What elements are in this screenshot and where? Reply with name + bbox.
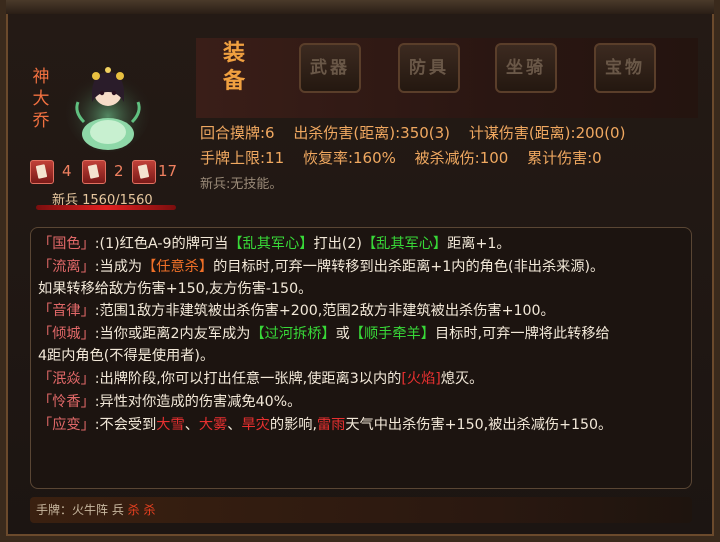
skill-text: :范围1敌方非建筑被出杀伤害+200,范围2敌方非建筑被出杀伤害+100。 [94,303,555,319]
skill-text: :当成为 [94,259,143,275]
strategy-damage: 计谋伤害(距离):200(0) [468,124,626,142]
treasure-slot[interactable]: 宝物 [594,43,656,93]
general-name: 神大乔 [32,67,50,131]
skill-text: 的目标时,可弃一牌转移到出杀距离+1内的角色(非出杀来源)。 [213,259,605,275]
skill-text: 、 [184,417,199,433]
hand-card-kill[interactable]: 杀 [144,503,156,517]
skill-text: 目标时,可弃一牌将此转移给 [434,326,610,342]
skill-text: :异性对你造成的伤害减免40%。 [94,394,302,410]
skill-name: 「应变」 [38,417,95,433]
skill-text: 天气中出杀伤害+150,被出杀减伤+150。 [345,417,613,433]
weapon-slot[interactable]: 武器 [299,43,361,93]
skill-text: 4距内角色(不得是使用者)。 [38,348,215,364]
skill-lianxiang: 「怜香」:异性对你造成的伤害减免40%。 [38,392,301,412]
weather-ref: 大雾 [198,417,228,433]
top-strip [6,0,714,14]
skill-text: 距离+1。 [447,236,511,252]
skill-text: 、 [227,417,242,433]
skill-name: 「怜香」 [38,394,95,410]
skill-liuli: 「流离」:当成为【任意杀】的目标时,可弃一牌转移到出杀距离+1内的角色(非出杀来… [38,257,604,277]
skill-minyan: 「泯焱」:出牌阶段,你可以打出任意一张牌,使距离3以内的[火焰]熄灭。 [38,369,483,389]
hand-limit: 手牌上限:11 [200,149,285,167]
armor-slot[interactable]: 防具 [398,43,460,93]
recovery-rate: 恢复率:160% [302,149,396,167]
skill-qingcheng: 「倾城」:当你或距离2内友军成为【过河拆桥】或【顺手牵羊】目标时,可弃一牌将此转… [38,324,610,344]
weather-ref: 大雪 [156,417,185,433]
draw-per-turn: 回合摸牌:6 [200,124,275,142]
skill-text: 如果转移给敌方伤害+150,友方伤害-150。 [38,281,313,297]
skill-text: 的影响, [269,417,317,433]
card-ref: 【乱其军心】 [228,236,314,252]
skill-liuli-cont: 如果转移给敌方伤害+150,友方伤害-150。 [38,279,312,299]
skill-name: 「泯焱」 [38,371,95,387]
card-ref: 【顺手牵羊】 [349,326,435,342]
skill-name: 「流离」 [38,259,95,275]
skill-text: :当你或距离2内友军成为 [94,326,251,342]
hand-label: 手牌：火牛阵 兵 [36,503,124,517]
skill-text: 或 [335,326,350,342]
skill-yingbian: 「应变」:不会受到大雪、大雾、旱灾的影响,雷雨天气中出杀伤害+150,被出杀减伤… [38,415,612,435]
general-portrait[interactable] [64,62,152,152]
card-ref: 【乱其军心】 [361,236,448,252]
weather-ref: 雷雨 [316,417,346,433]
status-ref: [火焰] [401,371,441,387]
kill-reduction: 被杀减伤:100 [414,149,509,167]
mount-slot[interactable]: 坐骑 [495,43,557,93]
recruit-skill-note: 新兵:无技能。 [200,177,283,192]
equipment-title: 装备 [222,41,245,94]
skill-text: :(1)红色A-9的牌可当 [94,236,229,252]
card-ref: 【任意杀】 [142,259,214,275]
hand-cards: 手牌：火牛阵 兵 杀 杀 [36,501,156,518]
skill-text: :出牌阶段,你可以打出任意一张牌,使距离3以内的 [94,371,402,387]
skill-text: 打出(2) [313,236,362,252]
skill-text: 熄灭。 [440,371,484,387]
skill-guose: 「国色」:(1)红色A-9的牌可当【乱其军心】打出(2)【乱其军心】距离+1。 [38,234,511,254]
card-icon [30,160,54,184]
total-damage: 累计伤害:0 [527,149,602,167]
shield-icon [132,160,156,184]
defense-value: 17 [158,162,178,180]
skill-yinlv: 「音律」:范围1敌方非建筑被出杀伤害+200,范围2敌方非建筑被出杀伤害+100… [38,301,555,321]
skill-name: 「国色」 [38,236,95,252]
card-ref: 【过河拆桥】 [250,326,336,342]
card-count: 4 [62,162,72,180]
hp-bar [36,205,176,210]
attribute-row-1: 回合摸牌:6 出杀伤害(距离):350(3) 计谋伤害(距离):200(0) [200,122,639,143]
kill-damage: 出杀伤害(距离):350(3) [293,124,451,142]
weather-ref: 旱灾 [241,417,270,433]
skill-name: 「音律」 [38,303,95,319]
skill-qingcheng-cont: 4距内角色(不得是使用者)。 [38,346,214,366]
hand-card-kill[interactable]: 杀 [128,503,140,517]
skill-text: :不会受到 [94,417,157,433]
skill-name: 「倾城」 [38,326,95,342]
sword-icon [82,160,106,184]
attribute-row-2: 手牌上限:11 恢复率:160% 被杀减伤:100 累计伤害:0 [200,147,616,168]
attack-range: 2 [114,162,124,180]
